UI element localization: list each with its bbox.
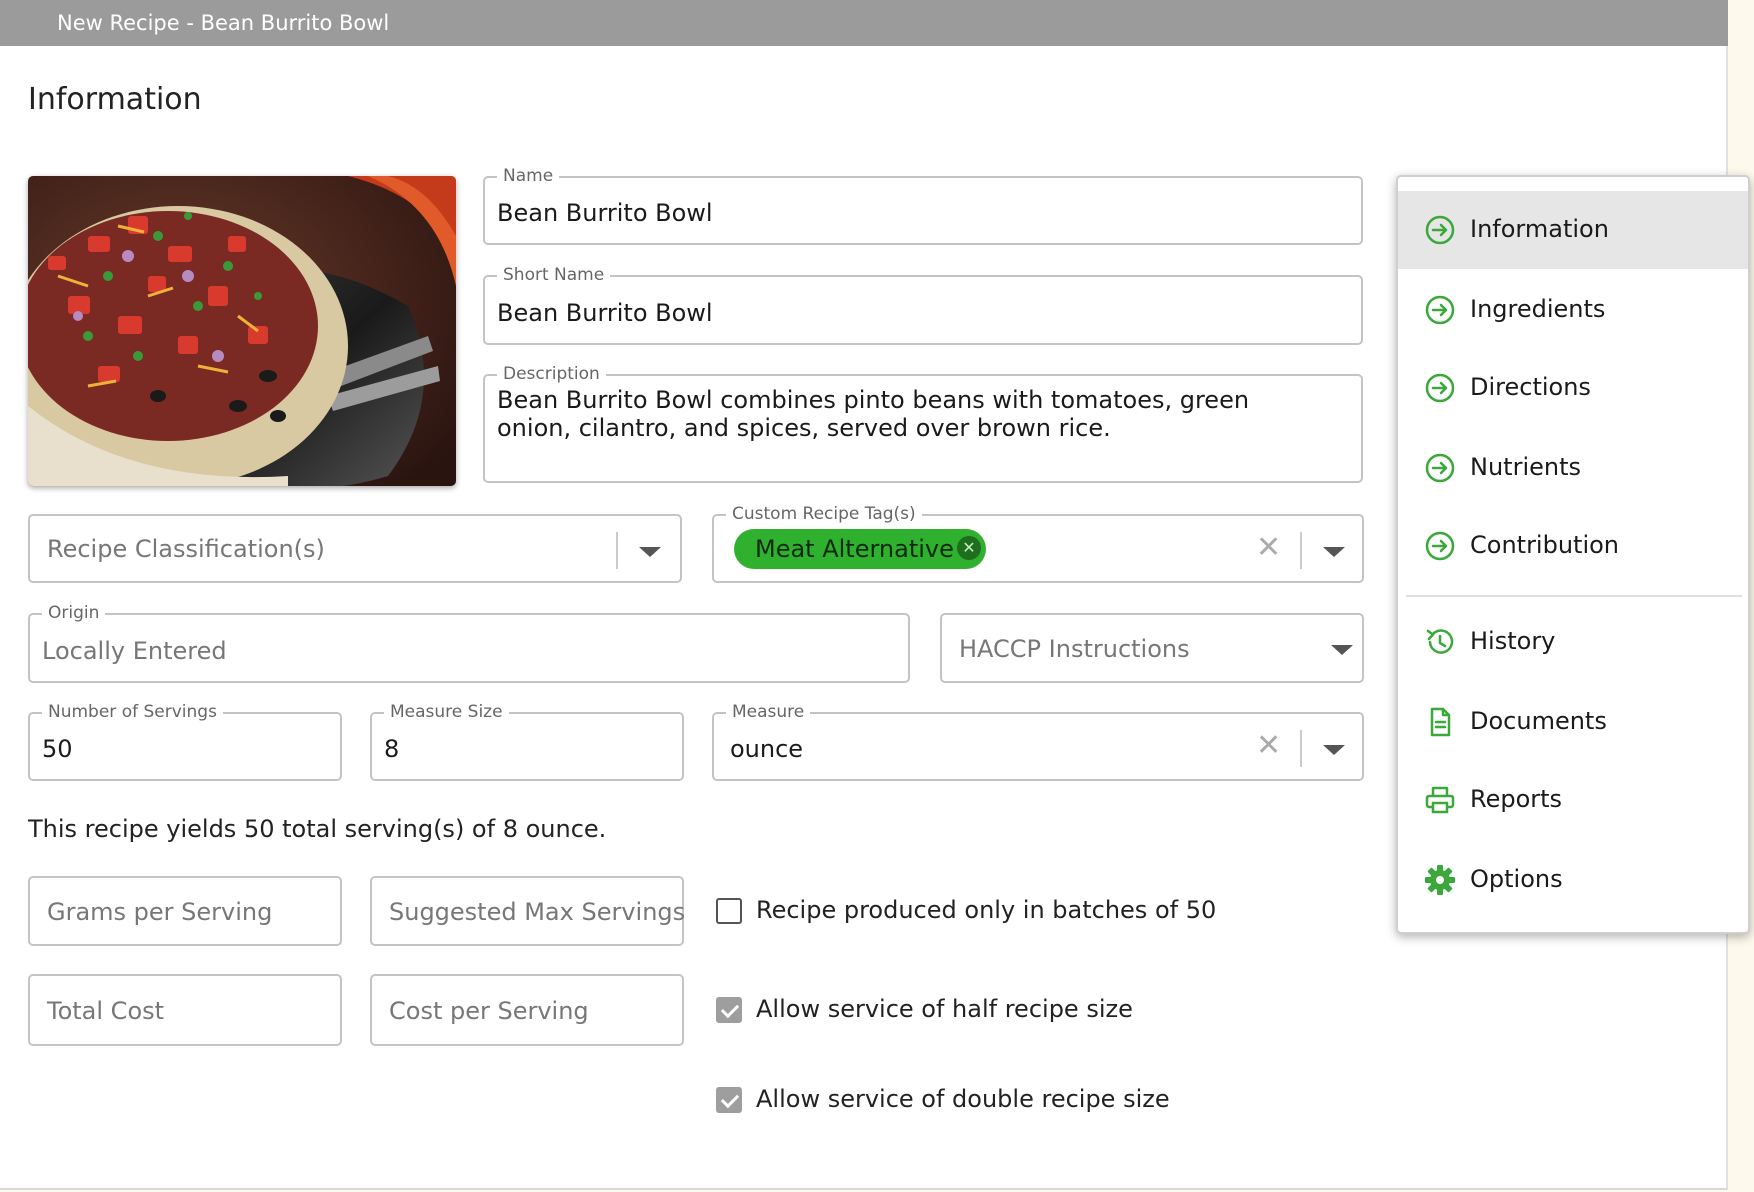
nav-item-label: Contribution (1470, 531, 1620, 559)
select-separator (616, 532, 618, 569)
window-title: New Recipe - Bean Burrito Bowl (0, 0, 1728, 46)
nav-item-label: Documents (1470, 707, 1607, 735)
section-nav-menu: Information Ingredients Directions Nutri… (1396, 175, 1750, 934)
description-field[interactable]: Description Bean Burrito Bowl combines p… (483, 364, 1363, 483)
measure-value: ounce (730, 735, 804, 763)
half-recipe-checkbox[interactable] (716, 997, 742, 1023)
tag-chip-label: Meat Alternative (755, 535, 954, 563)
clear-icon[interactable]: ✕ (1256, 533, 1281, 563)
nav-item-contribution[interactable]: Contribution (1398, 507, 1748, 585)
nav-item-options[interactable]: Options (1398, 841, 1748, 919)
description-textarea[interactable]: Bean Burrito Bowl combines pinto beans w… (497, 386, 1327, 442)
remove-tag-icon[interactable]: ✕ (957, 536, 981, 560)
origin-value: Locally Entered (42, 637, 227, 665)
nav-item-nutrients[interactable]: Nutrients (1398, 429, 1748, 507)
chevron-down-icon[interactable] (639, 547, 661, 557)
chevron-down-icon[interactable] (1323, 547, 1345, 557)
haccp-instructions-placeholder: HACCP Instructions (959, 635, 1190, 663)
cost-per-serving-field[interactable]: Cost per Serving (370, 974, 684, 1046)
arrow-circle-right-icon (1425, 215, 1455, 245)
select-separator (1300, 730, 1302, 767)
chevron-down-icon[interactable] (1323, 745, 1345, 755)
custom-recipe-tags-select[interactable]: Custom Recipe Tag(s) Meat Alternative ✕ … (712, 504, 1364, 583)
nav-item-information[interactable]: Information (1398, 191, 1748, 269)
printer-icon (1425, 786, 1455, 814)
cost-per-serving-placeholder: Cost per Serving (389, 997, 589, 1025)
name-label: Name (497, 166, 560, 186)
document-icon (1430, 707, 1451, 737)
suggested-max-servings-placeholder: Suggested Max Servings (389, 898, 686, 926)
short-name-input[interactable]: Bean Burrito Bowl (497, 299, 713, 327)
number-of-servings-input[interactable]: 50 (42, 735, 73, 763)
arrow-circle-right-icon (1425, 453, 1455, 483)
total-cost-field[interactable]: Total Cost (28, 974, 342, 1046)
select-separator (1300, 532, 1302, 569)
nav-item-label: Ingredients (1470, 295, 1606, 323)
nav-item-reports[interactable]: Reports (1398, 761, 1748, 839)
name-field[interactable]: Name Bean Burrito Bowl (483, 166, 1363, 245)
nav-item-label: Reports (1470, 785, 1563, 813)
clear-icon[interactable]: ✕ (1256, 731, 1281, 761)
history-icon (1426, 629, 1454, 654)
nav-item-label: History (1470, 627, 1556, 655)
grams-per-serving-field[interactable]: Grams per Serving (28, 876, 342, 946)
arrow-circle-right-icon (1425, 295, 1455, 325)
measure-size-field[interactable]: Measure Size 8 (370, 702, 684, 781)
nav-item-label: Options (1470, 865, 1563, 893)
double-recipe-checkbox[interactable] (716, 1087, 742, 1113)
nav-item-label: Directions (1470, 373, 1591, 401)
nav-item-ingredients[interactable]: Ingredients (1398, 271, 1748, 349)
measure-size-label: Measure Size (384, 702, 509, 722)
measure-size-input[interactable]: 8 (384, 735, 399, 763)
grams-per-serving-placeholder: Grams per Serving (47, 898, 273, 926)
short-name-label: Short Name (497, 265, 611, 285)
measure-select[interactable]: Measure ounce ✕ (712, 702, 1364, 781)
total-cost-placeholder: Total Cost (47, 997, 165, 1025)
number-of-servings-label: Number of Servings (42, 702, 223, 722)
nav-item-history[interactable]: History (1398, 603, 1748, 681)
recipe-classification-placeholder: Recipe Classification(s) (47, 535, 325, 563)
recipe-photo[interactable] (28, 176, 456, 486)
yield-summary: This recipe yields 50 total serving(s) o… (28, 815, 607, 843)
arrow-circle-right-icon (1425, 531, 1455, 561)
measure-label: Measure (726, 702, 811, 722)
tag-chip-meat-alternative: Meat Alternative ✕ (734, 529, 986, 569)
short-name-field[interactable]: Short Name Bean Burrito Bowl (483, 265, 1363, 345)
origin-label: Origin (42, 603, 106, 623)
arrow-circle-right-icon (1425, 373, 1455, 403)
custom-recipe-tags-label: Custom Recipe Tag(s) (726, 504, 922, 524)
half-recipe-label: Allow service of half recipe size (756, 995, 1133, 1023)
double-recipe-label: Allow service of double recipe size (756, 1085, 1170, 1113)
nav-item-documents[interactable]: Documents (1398, 683, 1748, 761)
description-label: Description (497, 364, 606, 384)
batch-only-label: Recipe produced only in batches of 50 (756, 896, 1217, 924)
gear-icon (1425, 865, 1455, 895)
recipe-classification-select[interactable]: Recipe Classification(s) (28, 514, 682, 583)
suggested-max-servings-field[interactable]: Suggested Max Servings (370, 876, 686, 946)
name-input[interactable]: Bean Burrito Bowl (497, 199, 713, 227)
section-title: Information (28, 82, 202, 117)
origin-field: Origin Locally Entered (28, 603, 910, 683)
batch-only-checkbox[interactable] (716, 898, 742, 924)
nav-item-label: Nutrients (1470, 453, 1581, 481)
chevron-down-icon[interactable] (1331, 645, 1353, 655)
haccp-instructions-select[interactable]: HACCP Instructions (940, 613, 1364, 683)
number-of-servings-field[interactable]: Number of Servings 50 (28, 702, 342, 781)
nav-item-label: Information (1470, 215, 1609, 243)
nav-item-directions[interactable]: Directions (1398, 349, 1748, 427)
nav-divider (1406, 595, 1742, 597)
